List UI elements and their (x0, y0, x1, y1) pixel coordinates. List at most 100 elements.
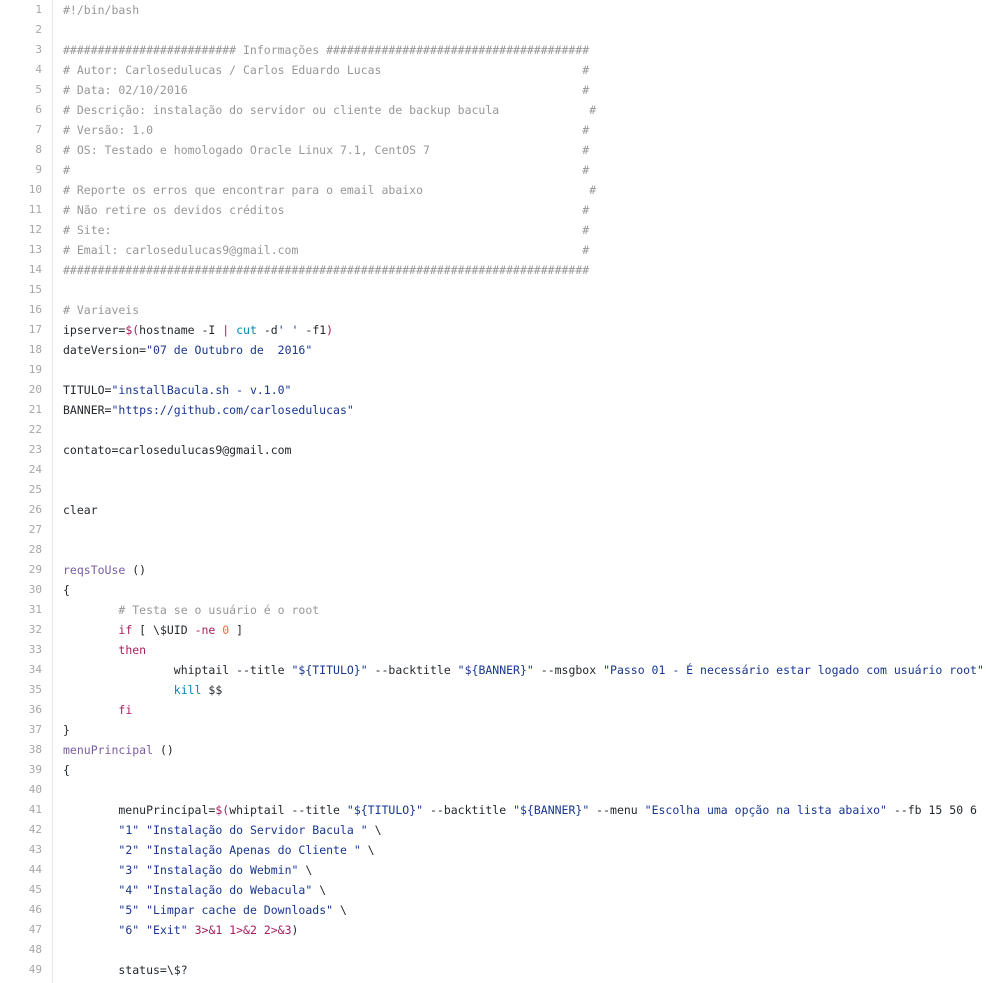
line-number: 2 (35, 23, 42, 36)
line-number: 28 (28, 543, 42, 556)
line-number: 4 (35, 63, 42, 76)
code-token: menuPrincipal (63, 743, 154, 757)
code-token: dateVersion= (63, 343, 147, 357)
code-editor[interactable]: 1 #!/bin/bash 2 3 ######################### … (0, 0, 986, 983)
code-line: 20 TITULO="installBacula.sh - v.1.0" (0, 380, 986, 400)
code-token: whiptail --title (229, 803, 347, 817)
line-number: 49 (28, 963, 42, 976)
code-line: 25 (0, 480, 986, 500)
code-line: 26 clear (0, 500, 986, 520)
code-token: "${TITULO}" (346, 803, 424, 817)
code-line: 35 kill $$ (0, 680, 986, 700)
code-line: 11 # Não retire os devidos créditos # (0, 200, 986, 220)
code-token: "Instalação do Webmin" (146, 863, 299, 877)
line-number: 11 (28, 203, 42, 216)
code-line: 47 "6" "Exit" 3>&1 1>&2 2>&3) (0, 920, 986, 940)
code-text: { (63, 760, 986, 780)
code-token: () (153, 743, 174, 757)
code-token: BANNER= (63, 403, 112, 417)
code-token: "Passo 01 - É necessário estar logado co… (603, 663, 984, 677)
line-number: 20 (28, 383, 42, 396)
line-number: 12 (28, 223, 42, 236)
code-token: # Testa se o usuário é o root (118, 603, 320, 617)
code-line: 48 (0, 940, 986, 960)
code-line: 32 if [ \$UID -ne 0 ] (0, 620, 986, 640)
code-token: ] (229, 623, 244, 637)
code-token: 3>&1 1>&2 2>&3 (194, 923, 292, 937)
code-text: menuPrincipal () (63, 740, 986, 760)
code-token: contato=carlosedulucas9@gmail.com (63, 443, 292, 457)
code-token: "Instalação Apenas do Cliente " (146, 843, 361, 857)
code-token: #!/bin/bash (63, 3, 140, 17)
code-line: 37} (0, 720, 986, 740)
code-text: # Data: 02/10/2016 # (63, 80, 986, 100)
code-token: { (63, 763, 70, 777)
line-number: 16 (28, 303, 42, 316)
code-line: 22 (0, 420, 986, 440)
line-number: 8 (35, 143, 42, 156)
code-text: "6" "Exit" 3>&1 1>&2 2>&3) (63, 920, 986, 940)
code-line: 27 (0, 520, 986, 540)
line-number: 19 (28, 363, 42, 376)
code-token: # Autor: Carlosedulucas / Carlos Eduardo… (63, 63, 590, 77)
code-text: reqsToUse () (63, 560, 986, 580)
line-number: 29 (28, 563, 42, 576)
code-line: 7 # Versão: 1.0 # (0, 120, 986, 140)
code-line: 44 "3" "Instalação do Webmin" \ (0, 860, 986, 880)
code-token: -ne (194, 623, 216, 637)
line-number: 33 (28, 643, 42, 656)
code-line: 1 #!/bin/bash (0, 0, 986, 20)
code-text: dateVersion="07 de Outubro de 2016" (63, 340, 986, 360)
code-token: # Variaveis (63, 303, 140, 317)
code-line: 24 (0, 460, 986, 480)
code-token: then (118, 643, 147, 657)
code-text: "5" "Limpar cache de Downloads" \ (63, 900, 986, 920)
code-text: if [ \$UID -ne 0 ] (63, 620, 986, 640)
code-token: hostname -I (139, 323, 223, 337)
code-line: 42 "1" "Instalação do Servidor Bacula " … (0, 820, 986, 840)
code-token: { (63, 583, 70, 597)
code-token: --msgbox (533, 663, 604, 677)
line-number: 5 (35, 83, 42, 96)
line-number: 24 (28, 463, 42, 476)
line-number: 7 (35, 123, 42, 136)
code-line: 45 "4" "Instalação do Webacula" \ (0, 880, 986, 900)
code-token: # OS: Testado e homologado Oracle Linux … (63, 143, 590, 157)
code-token: # Versão: 1.0 # (63, 123, 590, 137)
code-text: # Não retire os devidos créditos # (63, 200, 986, 220)
line-number: 14 (28, 263, 42, 276)
line-number: 43 (28, 843, 42, 856)
code-token: "Escolha uma opção na lista abaixo" (644, 803, 887, 817)
line-number: 6 (35, 103, 42, 116)
line-number: 44 (28, 863, 42, 876)
code-token: --menu (589, 803, 645, 817)
line-number: 30 (28, 583, 42, 596)
code-text: # Versão: 1.0 # (63, 120, 986, 140)
code-text: "3" "Instalação do Webmin" \ (63, 860, 986, 880)
code-line: 21 BANNER="https://github.com/carlosedulu… (0, 400, 986, 420)
code-token: menuPrincipal= (63, 803, 216, 817)
code-text: kill $$ (63, 680, 986, 700)
code-line: 10 # Reporte os erros que encontrar para … (0, 180, 986, 200)
line-number: 41 (28, 803, 42, 816)
code-text: # Variaveis (63, 300, 986, 320)
code-text: clear (63, 500, 986, 520)
line-number: 22 (28, 423, 42, 436)
code-token: "${BANNER}" (457, 663, 534, 677)
code-token: fi (118, 703, 133, 717)
line-number: 13 (28, 243, 42, 256)
code-line: 16 # Variaveis (0, 300, 986, 320)
code-token: "https://github.com/carlosedulucas" (111, 403, 354, 417)
code-line: 14 ######################################… (0, 260, 986, 280)
code-token: $$ (201, 683, 223, 697)
code-line: 39 { (0, 760, 986, 780)
line-number: 3 (35, 43, 42, 56)
code-token: # Não retire os devidos créditos # (63, 203, 590, 217)
line-number: 23 (28, 443, 42, 456)
